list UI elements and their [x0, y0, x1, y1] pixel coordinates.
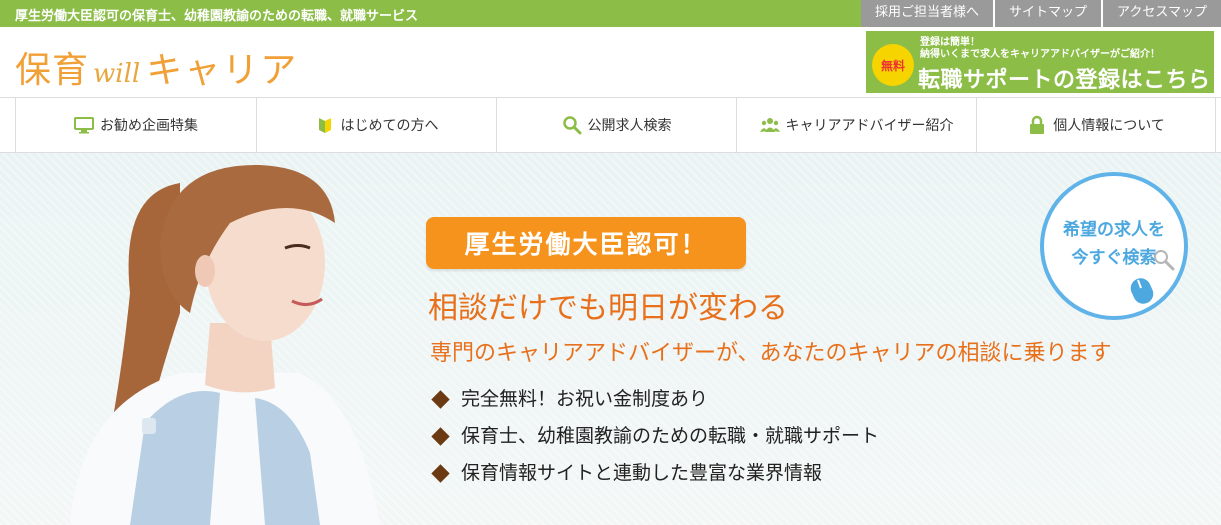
diamond-bullet-icon [431, 427, 450, 446]
nav-item-features[interactable]: お勧め企画特集 [15, 98, 256, 152]
people-icon [759, 115, 780, 135]
feature-text: 保育情報サイトと連動した豊富な業界情報 [461, 462, 823, 484]
site-tagline: 厚生労働大臣認可の保育士、幼稚園教諭のための転職、就職サービス [15, 9, 419, 24]
search-icon [562, 115, 582, 135]
feature-text: 完全無料！お祝い金制度あり [461, 388, 709, 410]
free-badge: 無料 [872, 44, 914, 86]
nav-item-label: お勧め企画特集 [100, 118, 198, 134]
feature-list: 完全無料！お祝い金制度あり 保育士、幼稚園教諭のための転職・就職サポート 保育情… [431, 381, 880, 492]
list-item: 保育情報サイトと連動した豊富な業界情報 [431, 455, 879, 492]
job-search-cta-button[interactable]: 希望の求人を 今すぐ検索 [1040, 172, 1188, 320]
nav-item-first-time[interactable]: はじめての方へ [256, 98, 496, 152]
top-links: 採用ご担当者様へ サイトマップ アクセスマップ [861, 0, 1221, 27]
nav-item-label: 公開求人検索 [587, 118, 672, 134]
link-sitemap[interactable]: サイトマップ [993, 0, 1102, 27]
register-subtext: 登録は簡単！ 納得いくまで求人をキャリアアドバイザーがご紹介！ [920, 37, 1160, 61]
register-cta-text: 転職サポートの登録はこちら [918, 68, 1211, 93]
register-subtext-line-1: 登録は簡単！ [920, 37, 980, 48]
logo-part-2: will [93, 59, 141, 89]
mouse-icon [1130, 278, 1154, 304]
nav-item-job-search[interactable]: 公開求人検索 [496, 98, 736, 152]
site-logo[interactable]: 保育 will キャリア [15, 41, 298, 91]
diamond-bullet-icon [431, 390, 450, 409]
hero-headline: 相談だけでも明日が変わる [428, 291, 788, 326]
hero-banner: 厚生労働大臣認可！ 相談だけでも明日が変わる 専門のキャリアアドバイザーが、あな… [0, 153, 1221, 525]
monitor-icon [74, 115, 94, 135]
approval-badge: 厚生労働大臣認可！ [426, 217, 746, 269]
logo-part-3: キャリア [146, 50, 299, 91]
main-nav: お勧め企画特集 はじめての方へ 公開求人検索 キャリアアドバイザー紹介 個人情報… [0, 97, 1221, 153]
register-banner-button[interactable]: 無料 登録は簡単！ 納得いくまで求人をキャリアアドバイザーがご紹介！ 転職サポー… [866, 31, 1214, 93]
list-item: 保育士、幼稚園教諭のための転職・就職サポート [431, 418, 880, 455]
diamond-bullet-icon [431, 464, 450, 483]
logo-part-1: 保育 [15, 50, 90, 91]
top-bar: 厚生労働大臣認可の保育士、幼稚園教諭のための転職、就職サービス 採用ご担当者様へ… [0, 0, 1221, 27]
nav-item-label: 個人情報について [1053, 118, 1165, 134]
feature-text: 保育士、幼稚園教諭のための転職・就職サポート [461, 425, 880, 447]
link-recruiters[interactable]: 採用ご担当者様へ [861, 0, 994, 27]
link-access-map[interactable]: アクセスマップ [1101, 0, 1221, 27]
nav-item-advisors[interactable]: キャリアアドバイザー紹介 [736, 98, 976, 152]
hero-subline: 専門のキャリアアドバイザーが、あなたのキャリアの相談に乗ります [430, 341, 1112, 366]
hero-woman-image [70, 164, 380, 525]
list-item: 完全無料！お祝い金制度あり [431, 381, 879, 418]
register-subtext-line-2: 納得いくまで求人をキャリアアドバイザーがご紹介！ [920, 49, 1160, 60]
nav-item-privacy[interactable]: 個人情報について [976, 98, 1216, 152]
nav-item-label: キャリアアドバイザー紹介 [785, 118, 954, 134]
leaf-icon [315, 115, 335, 135]
lock-icon [1027, 115, 1047, 135]
search-cta-line-1: 希望の求人を [1063, 220, 1165, 240]
site-header: 保育 will キャリア 無料 登録は簡単！ 納得いくまで求人をキャリアアドバイ… [0, 27, 1221, 97]
magnifier-icon [1154, 250, 1175, 271]
nav-item-label: はじめての方へ [340, 118, 439, 134]
